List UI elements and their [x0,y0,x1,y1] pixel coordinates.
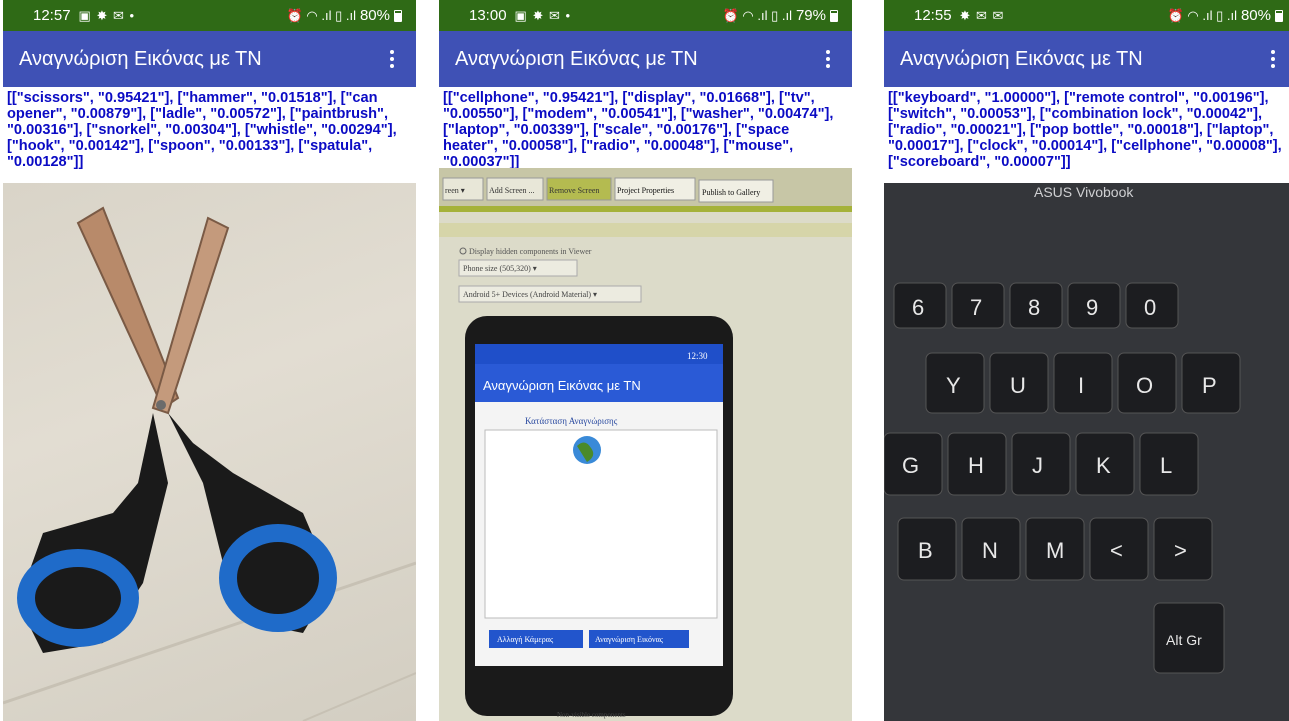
status-time: 13:00 [469,7,507,24]
camera-photo-keyboard: ASUS Vivobook 6 7 8 9 0 Y U I O P G H J … [884,183,1289,721]
key-y: Y [946,373,961,398]
tab-project-properties: Project Properties [617,186,674,195]
select-android: Android 5+ Devices (Android Material) ▾ [463,290,597,299]
app-title: Αναγνώριση Εικόνας με ΤΝ [455,47,698,70]
recognition-result: [["cellphone", "0.95421"], ["display", "… [443,90,834,170]
key-8: 8 [1028,295,1040,320]
overflow-menu-icon[interactable] [818,50,838,68]
recognition-result: [["scissors", "0.95421"], ["hammer", "0.… [7,90,397,170]
notification-icons: ▣ ✸ ✉ • [78,7,136,23]
key-o: O [1136,373,1153,398]
key-9: 9 [1086,295,1098,320]
overflow-menu-icon[interactable] [382,50,402,68]
key-g: G [902,453,919,478]
key-h: H [968,453,984,478]
tab-remove-screen: Remove Screen [549,186,599,195]
key-7: 7 [970,295,982,320]
app-bar: Αναγνώριση Εικόνας με ΤΝ [439,31,852,87]
key-p: P [1202,373,1217,398]
status-bar: 13:00 ▣ ✸ ✉ • ⏰ ◠ .ıl ▯ .ıl 79% [439,0,852,31]
battery-level: 80% [359,7,390,24]
status-time: 12:55 [914,7,952,24]
key-comma: < [1110,538,1123,563]
status-bar: 12:57 ▣ ✸ ✉ • ⏰ ◠ .ıl ▯ .ıl 80% [3,0,416,31]
status-right: ⏰ ◠ .ıl ▯ .ıl 80% [287,7,402,24]
tab-screen: reen ▾ [445,186,465,195]
notification-icons: ✸ ✉ ✉ [959,7,1005,23]
select-phone-size: Phone size (505,320) ▾ [463,264,537,273]
inner-status-label: Κατάσταση Αναγνώρισης [525,416,618,426]
battery-icon [830,9,838,22]
status-time: 12:57 [33,7,71,24]
app-title: Αναγνώριση Εικόνας με ΤΝ [19,47,262,70]
app-bar: Αναγνώριση Εικόνας με ΤΝ [884,31,1289,87]
key-l: L [1160,453,1172,478]
overflow-menu-icon[interactable] [1263,50,1283,68]
recognition-result: [["keyboard", "1.00000"], ["remote contr… [888,90,1282,170]
monitor-photo: reen ▾ Add Screen ... Remove Screen Proj… [439,168,852,721]
laptop-brand: ASUS Vivobook [1034,184,1134,200]
key-n: N [982,538,998,563]
phone-screen-scissors: 12:57 ▣ ✸ ✉ • ⏰ ◠ .ıl ▯ .ıl 80% Αναγνώρι… [3,0,416,721]
checkbox-label: Display hidden components in Viewer [469,247,592,256]
inner-status-time: 12:30 [687,351,708,361]
battery-level: 80% [1240,7,1271,24]
signal-icons: ⏰ ◠ .ıl ▯ .ıl [722,7,792,23]
phone-screen-cellphone: 13:00 ▣ ✸ ✉ • ⏰ ◠ .ıl ▯ .ıl 79% Αναγνώρι… [439,0,852,721]
key-6: 6 [912,295,924,320]
app-title: Αναγνώριση Εικόνας με ΤΝ [900,47,1143,70]
battery-icon [394,9,402,22]
key-0: 0 [1144,295,1156,320]
camera-photo-monitor: reen ▾ Add Screen ... Remove Screen Proj… [439,168,852,721]
status-bar: 12:55 ✸ ✉ ✉ ⏰ ◠ .ıl ▯ .ıl 80% [884,0,1289,31]
key-u: U [1010,373,1026,398]
key-m: M [1046,538,1064,563]
key-k: K [1096,453,1111,478]
phone-screen-keyboard: 12:55 ✸ ✉ ✉ ⏰ ◠ .ıl ▯ .ıl 80% Αναγνώριση… [884,0,1289,721]
camera-photo-scissors [3,183,416,721]
inner-switch-camera-button: Αλλαγή Κάμερας [497,635,554,644]
key-i: I [1078,373,1084,398]
status-right: ⏰ ◠ .ıl ▯ .ıl 79% [723,7,838,24]
tab-add-screen: Add Screen ... [489,186,535,195]
keyboard-photo: ASUS Vivobook 6 7 8 9 0 Y U I O P G H J … [884,183,1289,721]
tab-publish: Publish to Gallery [702,188,760,197]
inner-app-title: Αναγνώριση Εικόνας με ΤΝ [483,378,641,393]
key-alt-gr: Alt Gr [1166,632,1202,648]
key-b: B [918,538,933,563]
non-visible-components: Non-visible components [557,711,626,719]
signal-icons: ⏰ ◠ .ıl ▯ .ıl [286,7,356,23]
notification-icons: ▣ ✸ ✉ • [514,7,572,23]
status-right: ⏰ ◠ .ıl ▯ .ıl 80% [1168,7,1283,24]
battery-level: 79% [795,7,826,24]
key-period: > [1174,538,1187,563]
app-bar: Αναγνώριση Εικόνας με ΤΝ [3,31,416,87]
key-j: J [1032,453,1043,478]
scissors-photo [3,206,416,721]
inner-recognize-button: Αναγνώριση Εικόνας [595,635,664,644]
signal-icons: ⏰ ◠ .ıl ▯ .ıl [1167,7,1237,23]
battery-icon [1275,9,1283,22]
